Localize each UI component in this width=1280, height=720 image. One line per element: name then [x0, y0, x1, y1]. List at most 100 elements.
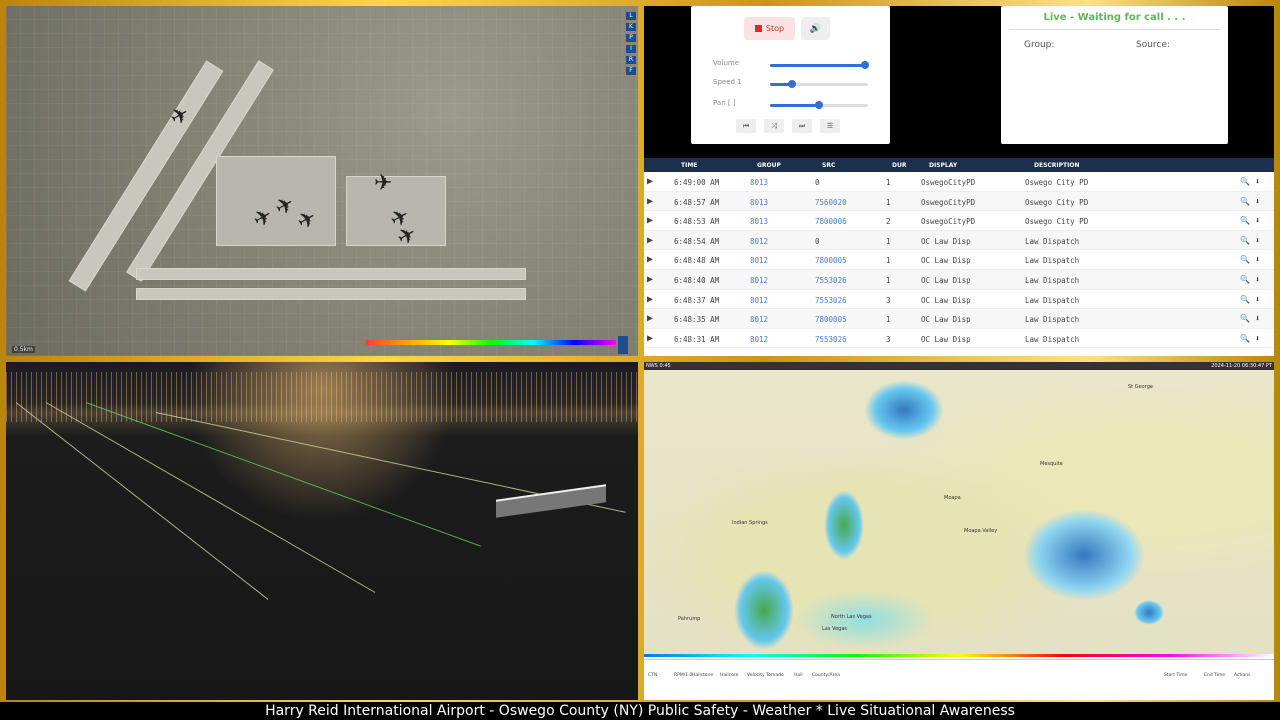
- stop-button[interactable]: Stop: [744, 17, 795, 40]
- alerts-col-header[interactable]: County/Area: [812, 673, 840, 678]
- table-row[interactable]: ▶ 6:48:53 AM 8013 7800006 2 OswegoCityPD Osweg…: [644, 211, 1274, 231]
- download-icon[interactable]: ⬇: [1255, 314, 1260, 323]
- alerts-col-header[interactable]: Actions: [1234, 673, 1250, 678]
- stop-icon: [754, 25, 762, 32]
- call-src[interactable]: 7800006: [815, 217, 847, 226]
- download-icon[interactable]: ⬇: [1255, 334, 1260, 343]
- pan-slider[interactable]: Pan [ ]: [713, 99, 873, 111]
- call-time: 6:48:35 AM: [674, 315, 720, 325]
- search-icon[interactable]: 🔍: [1240, 295, 1250, 304]
- alerts-col-header[interactable]: CTN: [648, 673, 657, 678]
- toolbar-btn[interactable]: P: [626, 34, 636, 42]
- alerts-col-header[interactable]: Start Time: [1164, 673, 1187, 678]
- play-icon[interactable]: ▶: [647, 196, 653, 207]
- alerts-col-header[interactable]: Hailstone: [692, 673, 713, 678]
- previous-icon[interactable]: ⏮: [736, 119, 756, 133]
- flight-tracker-map[interactable]: ✈ ✈ ✈ ✈ ✈ ✈ ✈ L K P I R F 0.5km: [6, 6, 638, 356]
- table-row[interactable]: ▶ 6:48:31 AM 8012 7553026 3 OC Law Disp Law Di…: [644, 329, 1274, 349]
- zoom-control[interactable]: [618, 336, 628, 354]
- download-icon[interactable]: ⬇: [1255, 177, 1260, 186]
- search-icon[interactable]: 🔍: [1240, 334, 1250, 343]
- aircraft-icon[interactable]: ✈: [374, 171, 392, 196]
- play-icon[interactable]: ▶: [647, 313, 653, 324]
- download-icon[interactable]: ⬇: [1255, 236, 1260, 245]
- shuffle-icon[interactable]: ⤨: [764, 119, 784, 133]
- download-icon[interactable]: ⬇: [1255, 275, 1260, 284]
- search-icon[interactable]: 🔍: [1240, 275, 1250, 284]
- toolbar-btn[interactable]: L: [626, 12, 636, 20]
- volume-slider[interactable]: Volume: [713, 59, 873, 71]
- radar-map[interactable]: St George Mesquite Moapa Moapa Valley In…: [644, 370, 1274, 654]
- alerts-col-header[interactable]: Hail: [794, 673, 803, 678]
- city-label: North Las Vegas: [831, 614, 872, 620]
- call-group[interactable]: 8013: [750, 178, 768, 187]
- play-icon[interactable]: ▶: [647, 294, 653, 305]
- list-icon[interactable]: ☰: [820, 119, 840, 133]
- alerts-col-header[interactable]: End Time: [1204, 673, 1225, 678]
- toolbar-btn[interactable]: F: [626, 67, 636, 75]
- col-dur[interactable]: DUR: [892, 162, 906, 169]
- call-src[interactable]: 7553026: [815, 335, 847, 344]
- city-label: Las Vegas: [822, 626, 847, 632]
- weather-radar[interactable]: NWS 0:45 2024-11-20 06:30:47 PT St Georg…: [644, 362, 1274, 700]
- col-src[interactable]: SRC: [822, 162, 835, 169]
- table-row[interactable]: ▶ 6:48:35 AM 8012 7800005 1 OC Law Disp Law Di…: [644, 309, 1274, 329]
- speed-knob[interactable]: [787, 80, 796, 88]
- table-row[interactable]: ▶ 6:48:37 AM 8012 7553026 3 OC Law Disp Law Di…: [644, 290, 1274, 310]
- search-icon[interactable]: 🔍: [1240, 177, 1250, 186]
- col-description[interactable]: DESCRIPTION: [1034, 162, 1080, 169]
- call-group[interactable]: 8012: [750, 335, 768, 344]
- toolbar-btn[interactable]: K: [626, 23, 636, 31]
- volume-knob[interactable]: [861, 61, 870, 69]
- play-icon[interactable]: ▶: [647, 254, 653, 265]
- play-icon[interactable]: ▶: [647, 333, 653, 344]
- play-icon[interactable]: ▶: [647, 215, 653, 226]
- play-icon[interactable]: ▶: [647, 235, 653, 246]
- search-icon[interactable]: 🔍: [1240, 255, 1250, 264]
- alerts-col-header[interactable]: Hailcore: [720, 673, 738, 678]
- play-icon[interactable]: ▶: [647, 176, 653, 187]
- search-icon[interactable]: 🔍: [1240, 197, 1250, 206]
- call-src[interactable]: 7553026: [815, 296, 847, 305]
- download-icon[interactable]: ⬇: [1255, 216, 1260, 225]
- table-row[interactable]: ▶ 6:48:54 AM 8012 0 1 OC Law Disp Law Dispatch…: [644, 230, 1274, 251]
- call-group[interactable]: 8012: [750, 276, 768, 285]
- alerts-col-header[interactable]: Velocity: [747, 673, 765, 678]
- call-dur: 1: [886, 178, 891, 187]
- call-src[interactable]: 7800005: [815, 315, 847, 324]
- pan-track[interactable]: [770, 101, 868, 109]
- play-icon[interactable]: ▶: [647, 274, 653, 285]
- col-group[interactable]: GROUP: [757, 162, 781, 169]
- next-icon[interactable]: ⏭: [792, 119, 812, 133]
- table-row[interactable]: ▶ 6:49:00 AM 8013 0 1 OswegoCityPD Oswego City…: [644, 172, 1274, 192]
- toolbar-btn[interactable]: R: [626, 56, 636, 64]
- col-time[interactable]: TIME: [681, 162, 697, 169]
- call-group[interactable]: 8012: [750, 256, 768, 265]
- search-icon[interactable]: 🔍: [1240, 236, 1250, 245]
- call-src[interactable]: 7553026: [815, 276, 847, 285]
- speed-track[interactable]: [770, 80, 868, 88]
- call-group[interactable]: 8012: [750, 296, 768, 305]
- alerts-col-header[interactable]: RPM/1.0: [674, 673, 692, 678]
- call-group[interactable]: 8013: [750, 198, 768, 207]
- speed-slider[interactable]: Speed 1: [713, 78, 873, 90]
- search-icon[interactable]: 🔍: [1240, 216, 1250, 225]
- download-icon[interactable]: ⬇: [1255, 255, 1260, 264]
- call-src[interactable]: 7560020: [815, 198, 847, 207]
- col-display[interactable]: DISPLAY: [929, 162, 957, 169]
- table-row[interactable]: ▶ 6:48:48 AM 8012 7800005 1 OC Law Disp Law Di…: [644, 250, 1274, 270]
- download-icon[interactable]: ⬇: [1255, 295, 1260, 304]
- speaker-button[interactable]: 🔊: [801, 17, 830, 40]
- call-group[interactable]: 8013: [750, 217, 768, 226]
- call-src[interactable]: 7800005: [815, 256, 847, 265]
- toolbar-btn[interactable]: I: [626, 45, 636, 53]
- call-group[interactable]: 8012: [750, 237, 768, 246]
- search-icon[interactable]: 🔍: [1240, 314, 1250, 323]
- alerts-col-header[interactable]: Tornado: [766, 673, 784, 678]
- volume-track[interactable]: [770, 61, 870, 69]
- table-row[interactable]: ▶ 6:48:40 AM 8012 7553026 1 OC Law Disp Law Di…: [644, 269, 1274, 290]
- download-icon[interactable]: ⬇: [1255, 197, 1260, 206]
- pan-knob[interactable]: [815, 101, 823, 109]
- table-row[interactable]: ▶ 6:48:57 AM 8013 7560020 1 OswegoCityPD Osweg…: [644, 191, 1274, 212]
- call-group[interactable]: 8012: [750, 315, 768, 324]
